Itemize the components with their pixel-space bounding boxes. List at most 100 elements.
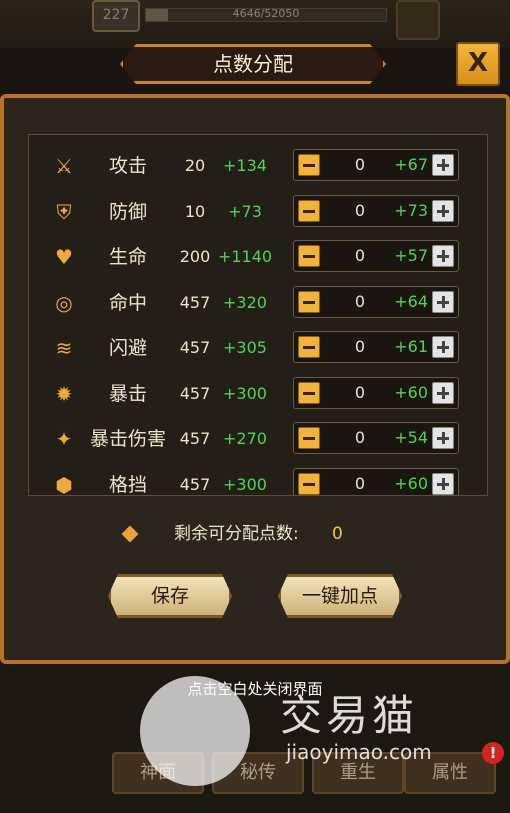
- plus-button[interactable]: [432, 245, 454, 267]
- stat-row: ⛨ 防御 10 +73 0 +73: [29, 189, 487, 235]
- plus-button[interactable]: [432, 336, 454, 358]
- allocation-bonus: +57: [394, 246, 428, 265]
- stat-base-value: 200: [179, 247, 211, 266]
- stat-name: 闪避: [108, 337, 147, 359]
- allocation-bonus: +61: [394, 337, 428, 356]
- stat-name: 暴击伤害: [89, 428, 166, 450]
- stat-base-value: 457: [179, 429, 211, 448]
- plus-button[interactable]: [432, 427, 454, 449]
- allocated-points: 0: [354, 200, 366, 220]
- stat-bonus-value: +300: [223, 383, 267, 403]
- stat-base-value: 457: [179, 338, 211, 357]
- page-title: 点数分配: [120, 44, 386, 84]
- auto-allocate-button[interactable]: 一键加点: [278, 574, 402, 618]
- exp-bar: 4646/52050: [145, 7, 387, 22]
- plus-button[interactable]: [432, 472, 454, 495]
- stat-row: ⚔ 攻击 20 +134 0 +67: [29, 143, 487, 189]
- allocation-bonus: +54: [394, 428, 428, 447]
- minus-button[interactable]: [298, 336, 320, 358]
- notification-badge: !: [482, 742, 504, 764]
- allocation-stepper[interactable]: 0 +57: [293, 240, 459, 272]
- save-button[interactable]: 保存: [108, 574, 232, 618]
- minus-button[interactable]: [298, 199, 320, 222]
- plus-button[interactable]: [432, 199, 454, 222]
- stat-name: 攻击: [108, 155, 147, 177]
- allocated-points: 0: [354, 246, 366, 265]
- plus-button[interactable]: [432, 154, 454, 176]
- shield-icon: ⛨: [56, 199, 72, 224]
- allocation-bonus: +73: [394, 200, 428, 220]
- stat-row: ◎ 命中 457 +320 0 +64: [29, 280, 487, 326]
- minus-button[interactable]: [298, 154, 320, 176]
- stat-name: 暴击: [108, 382, 147, 405]
- stat-name: 格挡: [108, 473, 147, 496]
- stat-base-value: 457: [179, 292, 211, 312]
- stat-bonus-value: +320: [223, 292, 267, 312]
- stat-row: ✹ 暴击 457 +300 0 +60: [29, 371, 487, 417]
- level-badge: 227: [92, 0, 140, 32]
- sword-icon: ⚔: [55, 154, 73, 178]
- close-button[interactable]: X: [456, 42, 500, 86]
- block-icon: ⬢: [55, 472, 73, 496]
- allocation-stepper[interactable]: 0 +61: [293, 331, 459, 363]
- stat-name: 防御: [108, 200, 147, 223]
- allocation-bonus: +67: [394, 155, 428, 174]
- allocated-points: 0: [354, 473, 366, 493]
- remaining-value: 0: [332, 524, 343, 544]
- allocation-stepper[interactable]: 0 +60: [293, 467, 459, 495]
- minus-button[interactable]: [298, 472, 320, 495]
- stat-name: 命中: [108, 291, 147, 314]
- watermark-logo-icon: [140, 676, 250, 786]
- allocation-stepper[interactable]: 0 +54: [293, 422, 459, 454]
- stat-base-value: 20: [184, 156, 206, 175]
- stat-base-value: 10: [184, 201, 206, 221]
- allocation-stepper[interactable]: 0 +67: [293, 149, 459, 181]
- crit-icon: ✹: [55, 381, 73, 406]
- stat-row: ✦ 暴击伤害 457 +270 0 +54: [29, 416, 487, 462]
- stat-bonus-value: +1140: [217, 247, 273, 266]
- stat-bonus-value: +134: [223, 156, 267, 175]
- minus-button[interactable]: [298, 381, 320, 404]
- exp-text: 4646/52050: [232, 7, 300, 20]
- crit-damage-icon: ✦: [55, 427, 73, 451]
- allocation-bonus: +60: [394, 473, 428, 493]
- dodge-icon: ≋: [55, 336, 73, 360]
- allocated-points: 0: [354, 382, 366, 402]
- watermark-domain: jiaoyimao.com: [286, 740, 432, 764]
- diamond-icon: [121, 525, 139, 543]
- minus-button[interactable]: [298, 427, 320, 449]
- watermark: 交易猫 jiaoyimao.com: [140, 676, 470, 796]
- top-bar: 227 4646/52050: [0, 0, 510, 48]
- stat-row: ≋ 闪避 457 +305 0 +61: [29, 325, 487, 371]
- stat-base-value: 457: [179, 383, 211, 403]
- stat-row: ⬢ 格挡 457 +300 0 +60: [29, 462, 487, 496]
- watermark-name: 交易猫: [280, 691, 419, 740]
- heart-icon: ♥: [55, 245, 73, 269]
- remaining-label: 剩余可分配点数:: [174, 524, 299, 544]
- minus-button[interactable]: [298, 290, 320, 313]
- allocated-points: 0: [354, 337, 366, 356]
- plus-button[interactable]: [432, 381, 454, 404]
- allocation-stepper[interactable]: 0 +60: [293, 376, 459, 409]
- allocation-stepper[interactable]: 0 +64: [293, 285, 459, 318]
- stat-bonus-value: +305: [223, 338, 267, 357]
- points-panel: ⚔ 攻击 20 +134 0 +67 ⛨ 防御 10 +73 0 +73 ♥ 生命 200 +1140 0 +57…: [0, 94, 510, 664]
- rank-icon[interactable]: [396, 0, 440, 40]
- stat-base-value: 457: [179, 474, 211, 494]
- target-icon: ◎: [55, 290, 73, 315]
- allocated-points: 0: [354, 291, 366, 311]
- allocation-stepper[interactable]: 0 +73: [293, 194, 459, 227]
- allocation-bonus: +60: [394, 382, 428, 402]
- stat-list[interactable]: ⚔ 攻击 20 +134 0 +67 ⛨ 防御 10 +73 0 +73 ♥ 生命 200 +1140 0 +57…: [28, 134, 488, 496]
- remaining-points: 剩余可分配点数: 0: [121, 520, 384, 550]
- minus-button[interactable]: [298, 245, 320, 267]
- plus-button[interactable]: [432, 290, 454, 313]
- stat-bonus-value: +300: [223, 474, 267, 494]
- allocation-bonus: +64: [394, 291, 428, 311]
- stat-bonus-value: +73: [228, 201, 262, 221]
- stat-name: 生命: [108, 246, 147, 268]
- stat-bonus-value: +270: [223, 429, 267, 448]
- stat-row: ♥ 生命 200 +1140 0 +57: [29, 234, 487, 280]
- allocated-points: 0: [354, 428, 366, 447]
- allocated-points: 0: [354, 155, 366, 174]
